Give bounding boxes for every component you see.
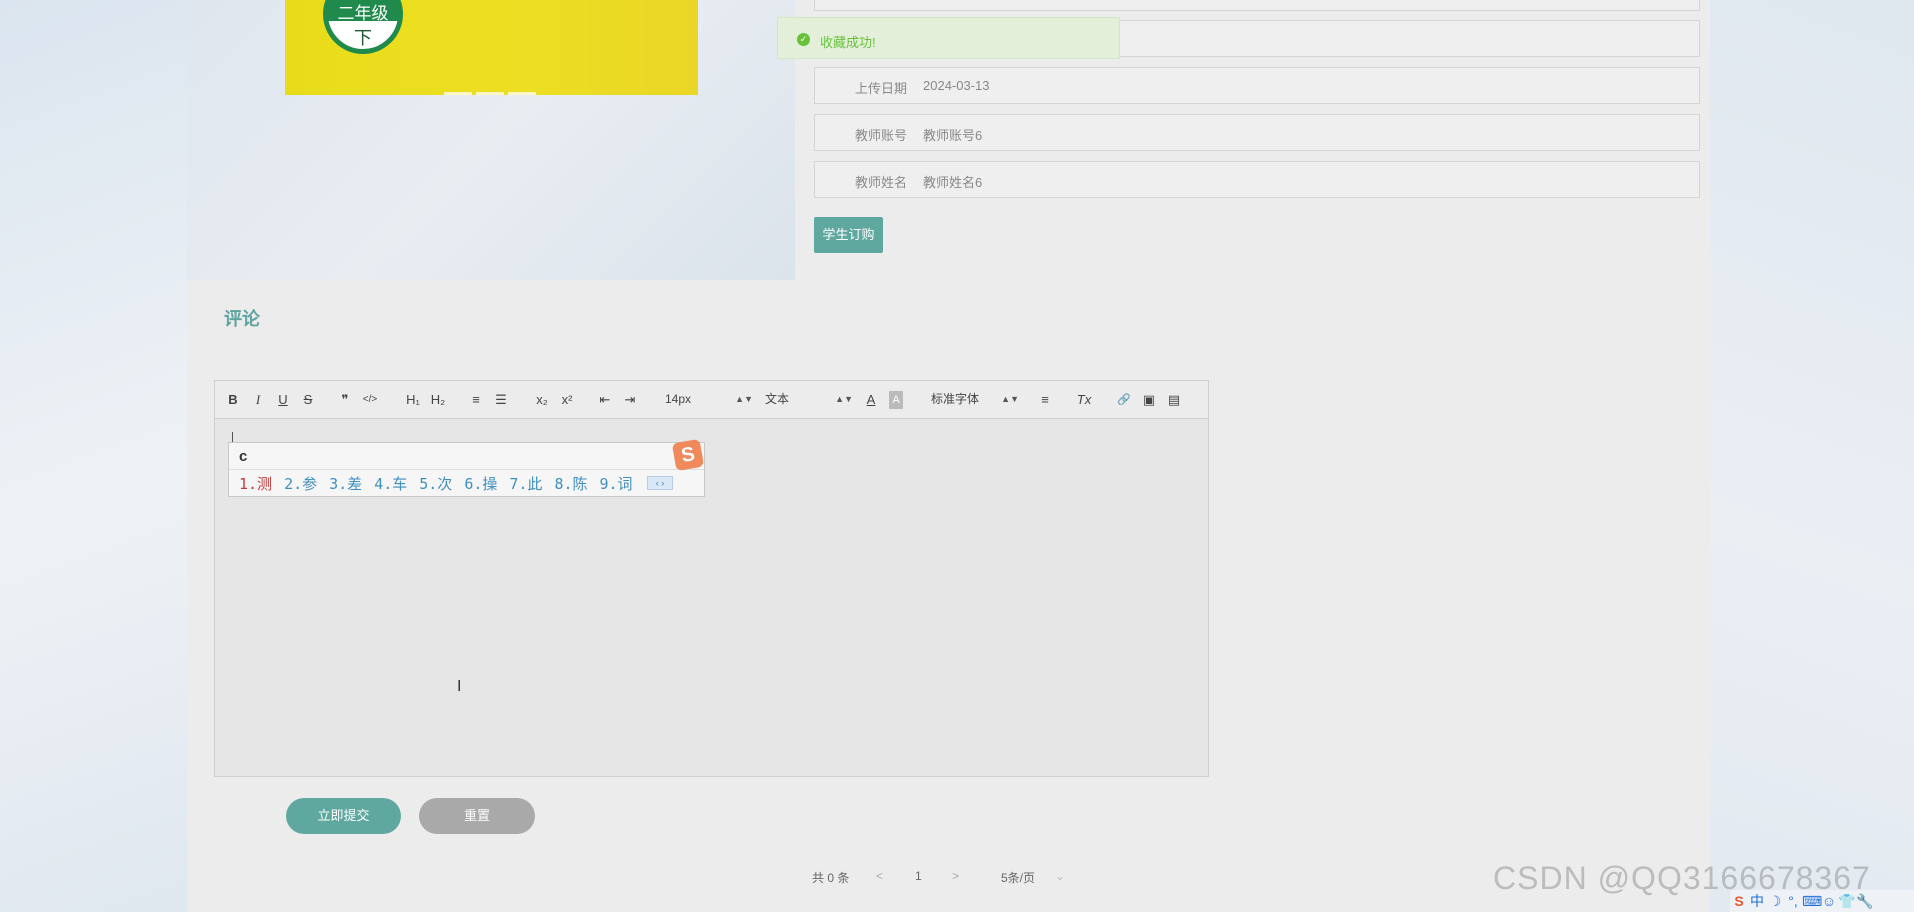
editor-toolbar: B I U S ❞ </> H₁ H₂ ≡ ☰ x₂ x² ⇤ ⇥ 14px ▲▼… — [215, 381, 1208, 419]
select-arrow-icon: ▲▼ — [835, 394, 853, 404]
info-row — [814, 0, 1700, 11]
video-button[interactable]: ▤ — [1166, 391, 1182, 409]
pagination-next-button[interactable]: > — [952, 869, 959, 883]
comment-title: 评论 — [224, 309, 260, 329]
student-order-button[interactable]: 学生订购 — [814, 217, 883, 253]
reset-button[interactable]: 重置 — [419, 798, 535, 834]
rich-text-editor: B I U S ❞ </> H₁ H₂ ≡ ☰ x₂ x² ⇤ ⇥ 14px ▲▼… — [214, 380, 1209, 777]
italic-button[interactable]: I — [251, 391, 265, 409]
header1-button[interactable]: H₁ — [404, 391, 422, 409]
toast-message: 收藏成功! — [820, 35, 876, 50]
book-cover-image: 二年级 下 — [285, 0, 698, 95]
pagination-prev-button[interactable]: < — [876, 869, 883, 883]
success-toast: ✓ 收藏成功! — [777, 17, 1120, 59]
select-arrow-icon: ▲▼ — [735, 394, 753, 404]
grade-badge-bottom: 下 — [354, 28, 372, 48]
font-family-select[interactable]: 标准字体 ▲▼ — [931, 389, 1019, 409]
chinese-mode-icon[interactable]: 中 — [1748, 890, 1766, 912]
align-button[interactable]: ≡ — [1037, 391, 1053, 409]
sogou-logo-icon: S — [671, 438, 705, 472]
font-family-value: 标准字体 — [931, 392, 980, 406]
submit-button[interactable]: 立即提交 — [286, 798, 401, 834]
ime-candidate[interactable]: 2.参 — [284, 475, 317, 493]
info-row-teacher-name: 教师姓名 教师姓名6 — [814, 161, 1700, 198]
info-label: 教师账号 — [854, 128, 907, 143]
clean-format-button[interactable]: Tx — [1075, 391, 1093, 409]
font-size-select[interactable]: 14px ▲▼ — [665, 389, 753, 409]
info-label: 上传日期 — [854, 81, 907, 96]
background-color-button[interactable]: A — [889, 391, 903, 409]
bullet-list-button[interactable]: ☰ — [493, 391, 509, 409]
header2-button[interactable]: H₂ — [429, 391, 447, 409]
ime-candidate[interactable]: 8.陈 — [554, 475, 587, 493]
info-row-teacher-account: 教师账号 教师账号6 — [814, 114, 1700, 151]
bold-button[interactable]: B — [226, 391, 240, 409]
ime-composition: c — [239, 448, 248, 465]
blockquote-button[interactable]: ❞ — [337, 391, 353, 409]
font-color-button[interactable]: A — [864, 391, 878, 409]
carousel-dot[interactable] — [508, 92, 536, 95]
grade-badge-top: 二年级 — [337, 4, 389, 23]
page-size-select[interactable]: 5条/页 — [1001, 869, 1035, 886]
block-format-select[interactable]: 文本 ▲▼ — [765, 389, 853, 409]
info-value: 教师账号6 — [923, 128, 983, 143]
chevron-down-icon[interactable]: ⌄ — [1055, 869, 1065, 883]
carousel-indicators[interactable] — [444, 82, 540, 95]
font-size-value: 14px — [665, 392, 692, 406]
info-label: 教师姓名 — [854, 175, 907, 190]
ordered-list-button[interactable]: ≡ — [468, 391, 484, 409]
code-block-button[interactable]: </> — [361, 391, 379, 409]
pagination-total: 共 0 条 — [812, 871, 850, 885]
ime-candidate-list: 1.测 2.参 3.差 4.车 5.次 6.操 7.此 8.陈 9.词 — [239, 473, 645, 494]
sogou-tray-icon[interactable]: S — [1730, 890, 1748, 912]
indent-button[interactable]: ⇥ — [622, 391, 638, 409]
image-button[interactable]: ▣ — [1141, 391, 1157, 409]
wrench-icon[interactable]: 🔧 — [1856, 890, 1874, 912]
moon-icon[interactable]: ☽ — [1766, 890, 1784, 912]
superscript-button[interactable]: x² — [558, 391, 576, 409]
ime-candidate[interactable]: 3.差 — [329, 475, 362, 493]
carousel-dot[interactable] — [444, 92, 472, 95]
ime-candidate-window: c 1.测 2.参 3.差 4.车 5.次 6.操 7.此 8.陈 9.词 ‹ › S — [228, 438, 705, 497]
keyboard-icon[interactable]: ⌨ — [1802, 890, 1822, 912]
ime-candidate[interactable]: 6.操 — [464, 475, 497, 493]
punctuation-icon[interactable]: °, — [1784, 890, 1802, 912]
ime-page-arrows-icon[interactable]: ‹ › — [647, 476, 673, 490]
pagination-page-1[interactable]: 1 — [915, 869, 922, 883]
info-value: 教师姓名6 — [923, 175, 983, 190]
page-background-right — [1710, 0, 1914, 912]
ime-candidate[interactable]: 7.此 — [509, 475, 542, 493]
carousel-dot[interactable] — [476, 92, 504, 95]
underline-button[interactable]: U — [276, 391, 290, 409]
link-button[interactable]: 🔗 — [1116, 391, 1132, 409]
skin-icon[interactable]: 👕 — [1838, 890, 1856, 912]
ime-candidate[interactable]: 9.词 — [600, 475, 633, 493]
check-circle-icon: ✓ — [797, 33, 810, 46]
system-tray: S 中 ☽ °, ⌨☺ 👕🔧 — [1730, 890, 1914, 912]
info-value: 2024-03-13 — [923, 78, 990, 93]
select-arrow-icon: ▲▼ — [1001, 394, 1019, 404]
info-row-upload-date: 上传日期 2024-03-13 — [814, 67, 1700, 104]
text-cursor-icon: I — [457, 678, 462, 695]
grade-badge: 二年级 下 — [323, 0, 403, 54]
ime-candidate[interactable]: 5.次 — [419, 475, 452, 493]
user-icon[interactable]: ☺ — [1820, 890, 1838, 912]
strike-button[interactable]: S — [301, 391, 315, 409]
subscript-button[interactable]: x₂ — [533, 391, 551, 409]
ime-candidate[interactable]: 4.车 — [374, 475, 407, 493]
outdent-button[interactable]: ⇤ — [597, 391, 613, 409]
block-format-value: 文本 — [765, 392, 790, 406]
page-background-left — [0, 0, 187, 912]
ime-candidate[interactable]: 1.测 — [239, 475, 272, 493]
